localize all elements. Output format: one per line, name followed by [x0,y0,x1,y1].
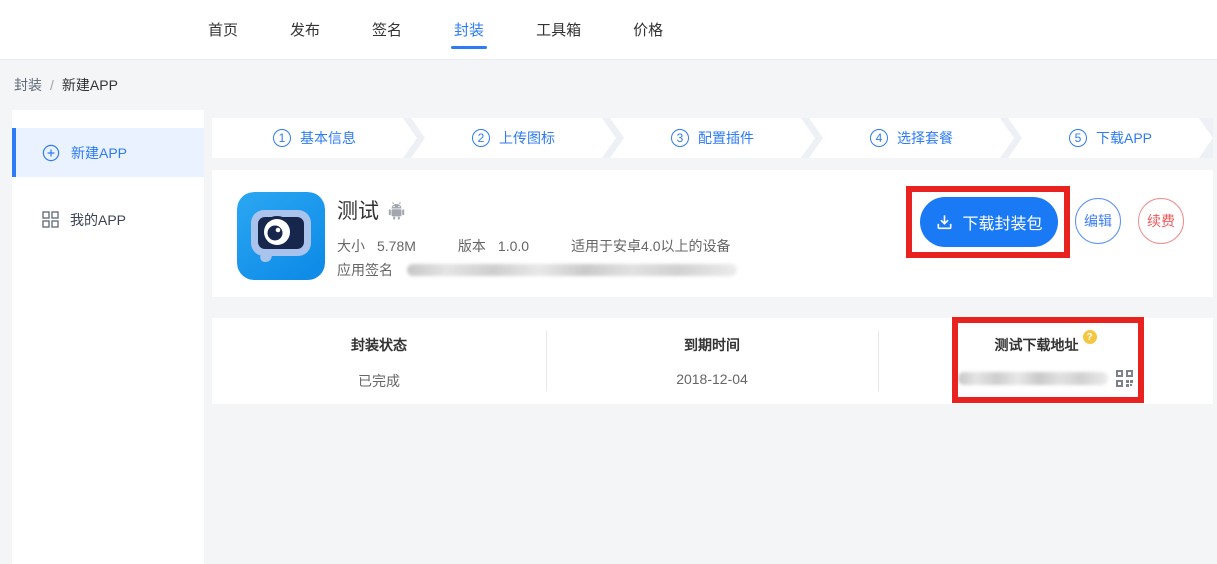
nav-item-toolbox[interactable]: 工具箱 [536,0,581,59]
column-header: 到期时间 [546,335,878,355]
android-icon [388,201,405,220]
step-number: 1 [273,129,291,147]
app-title-row: 测试 [337,195,405,225]
top-nav: 首页 发布 签名 封装 工具箱 价格 [0,0,1217,60]
sidebar-item-new-app[interactable]: 新建APP [12,128,204,177]
step-label: 下载APP [1096,128,1152,148]
sidebar-item-label: 我的APP [70,210,126,230]
download-icon [935,213,954,232]
signature-redacted-value [407,264,737,276]
step-number: 2 [472,129,490,147]
renew-button[interactable]: 续费 [1138,198,1184,244]
package-status-column: 封装状态 已完成 [212,318,546,404]
version-label: 版本 [458,236,486,256]
download-address-row [878,369,1213,388]
main-content: 1 基本信息 2 上传图标 3 配置插件 4 选择套餐 5 下载APP [212,110,1213,564]
step-upload-icon[interactable]: 2 上传图标 [411,118,616,158]
app-meta-row: 大小 5.78M 版本 1.0.0 适用于安卓4.0以上的设备 [337,236,731,256]
app-packaging-console: 首页 发布 签名 封装 工具箱 价格 封装 / 新建APP 新建APP [0,0,1217,564]
breadcrumb-current: 新建APP [62,75,118,95]
step-label: 上传图标 [499,128,555,148]
size-value: 5.78M [377,238,416,254]
nav-item-publish[interactable]: 发布 [290,0,320,59]
plus-circle-icon [42,144,60,162]
step-wizard: 1 基本信息 2 上传图标 3 配置插件 4 选择套餐 5 下载APP [212,118,1213,158]
size-label: 大小 [337,236,365,256]
column-header: 封装状态 [212,335,546,355]
step-label: 选择套餐 [897,128,953,148]
step-label: 基本信息 [300,128,356,148]
app-signature-row: 应用签名 [337,260,737,280]
version-value: 1.0.0 [498,238,529,254]
app-card: 测试 大小 5.78M 版本 [212,170,1213,297]
expiry-date-column: 到期时间 2018-12-04 [546,318,878,404]
breadcrumb-root[interactable]: 封装 [14,75,42,95]
step-label: 配置插件 [698,128,754,148]
step-configure-plugins[interactable]: 3 配置插件 [610,118,815,158]
download-package-button[interactable]: 下载封装包 [920,197,1058,247]
step-number: 4 [870,129,888,147]
nav-item-pricing[interactable]: 价格 [633,0,663,59]
step-select-plan[interactable]: 4 选择套餐 [809,118,1014,158]
app-icon [237,192,325,280]
edit-button[interactable]: 编辑 [1075,198,1121,244]
nav-item-sign[interactable]: 签名 [372,0,402,59]
step-basic-info[interactable]: 1 基本信息 [212,118,417,158]
signature-label: 应用签名 [337,260,393,280]
test-download-address-column: 测试下载地址 ? [878,318,1213,404]
nav-item-package[interactable]: 封装 [454,0,484,59]
step-download-app[interactable]: 5 下载APP [1008,118,1213,158]
qr-code-icon[interactable] [1115,369,1134,388]
breadcrumb: 封装 / 新建APP [14,60,118,110]
column-header: 测试下载地址 ? [878,335,1213,355]
nav-item-home[interactable]: 首页 [208,0,238,59]
step-number: 5 [1069,129,1087,147]
sidebar-item-my-apps[interactable]: 我的APP [12,195,204,244]
grid-icon [42,211,59,228]
expiry-date-value: 2018-12-04 [546,371,878,387]
package-status-value: 已完成 [212,371,546,391]
download-button-label: 下载封装包 [962,210,1042,234]
help-icon[interactable]: ? [1083,330,1097,344]
compatibility-text: 适用于安卓4.0以上的设备 [571,236,730,256]
download-url-redacted [958,372,1108,385]
step-number: 3 [671,129,689,147]
app-name: 测试 [337,195,379,225]
sidebar: 新建APP 我的APP [12,110,204,564]
breadcrumb-separator: / [50,77,54,93]
sidebar-item-label: 新建APP [71,143,127,163]
package-info-card: 封装状态 已完成 到期时间 2018-12-04 测试下载地址 ? [212,318,1213,404]
